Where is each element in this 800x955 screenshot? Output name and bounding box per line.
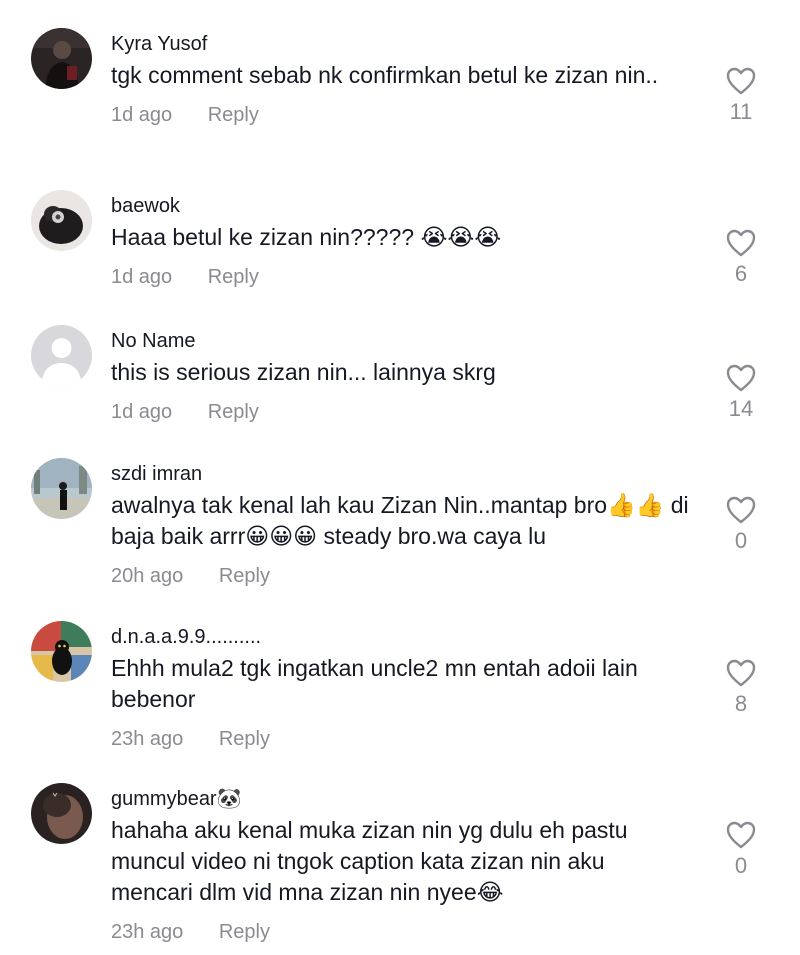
default-avatar-icon xyxy=(31,325,92,386)
avatar[interactable] xyxy=(31,621,92,682)
comment-meta: 1d ago Reply xyxy=(111,103,711,127)
heart-icon[interactable] xyxy=(726,364,756,392)
comment-meta: 23h ago Reply xyxy=(111,920,711,944)
comment-time: 23h ago xyxy=(111,728,184,750)
comment-text: Haaa betul ke zizan nin????? 😭😭😭 xyxy=(111,224,502,250)
user-photo-icon xyxy=(31,621,92,682)
comment-username[interactable]: baewok xyxy=(111,194,711,218)
comment-time: 23h ago xyxy=(111,921,184,943)
reply-button[interactable]: Reply xyxy=(208,400,259,424)
comment-meta: 23h ago Reply xyxy=(111,727,711,751)
reply-button[interactable]: Reply xyxy=(208,103,259,127)
reply-button[interactable]: Reply xyxy=(219,564,270,588)
heart-icon[interactable] xyxy=(726,496,756,524)
comment-meta: 1d ago Reply xyxy=(111,400,711,424)
reply-button[interactable]: Reply xyxy=(219,727,270,751)
comment-time: 20h ago xyxy=(111,565,184,587)
like-count: 11 xyxy=(729,99,753,124)
reply-button[interactable]: Reply xyxy=(208,265,259,289)
comment-text: awalnya tak kenal lah kau Zizan Nin..man… xyxy=(111,492,689,549)
comment-username[interactable]: gummybear🐼 xyxy=(111,787,711,811)
user-photo-icon xyxy=(31,28,92,89)
comment-username[interactable]: d.n.a.a.9.9.......... xyxy=(111,625,711,649)
user-photo-icon xyxy=(31,458,92,519)
comment-username[interactable]: Kyra Yusof xyxy=(111,32,711,56)
avatar[interactable] xyxy=(31,190,92,251)
comment-time: 1d ago xyxy=(111,401,173,423)
like-count: 14 xyxy=(728,396,754,421)
user-photo-icon xyxy=(31,783,92,844)
user-photo-icon xyxy=(31,190,92,251)
comment-meta: 20h ago Reply xyxy=(111,564,711,588)
comment-text: tgk comment sebab nk confirmkan betul ke… xyxy=(111,62,659,88)
like-button[interactable]: 8 xyxy=(722,659,760,717)
avatar[interactable] xyxy=(31,783,92,844)
comment-time: 1d ago xyxy=(111,266,173,288)
like-button[interactable]: 6 xyxy=(722,229,760,287)
heart-icon[interactable] xyxy=(726,67,756,95)
avatar[interactable] xyxy=(31,28,92,89)
heart-icon[interactable] xyxy=(726,659,756,687)
like-button[interactable]: 11 xyxy=(722,67,760,125)
comment-text: hahaha aku kenal muka zizan nin yg dulu … xyxy=(111,817,628,905)
like-count: 6 xyxy=(734,261,748,286)
like-count: 0 xyxy=(734,853,748,878)
like-button[interactable]: 0 xyxy=(722,821,760,879)
avatar[interactable] xyxy=(31,458,92,519)
comment-time: 1d ago xyxy=(111,104,173,126)
heart-icon[interactable] xyxy=(726,821,756,849)
comment-list: Kyra Yusof tgk comment sebab nk confirmk… xyxy=(0,0,800,955)
heart-icon[interactable] xyxy=(726,229,756,257)
comment-text: this is serious zizan nin... lainnya skr… xyxy=(111,359,496,385)
like-count: 0 xyxy=(734,528,748,553)
like-button[interactable]: 0 xyxy=(722,496,760,554)
like-button[interactable]: 14 xyxy=(722,364,760,422)
comment-username[interactable]: szdi imran xyxy=(111,462,711,486)
comment-text: Ehhh mula2 tgk ingatkan uncle2 mn entah … xyxy=(111,655,638,712)
reply-button[interactable]: Reply xyxy=(219,920,270,944)
like-count: 8 xyxy=(734,691,748,716)
avatar[interactable] xyxy=(31,325,92,386)
comment-username[interactable]: No Name xyxy=(111,329,711,353)
comment-meta: 1d ago Reply xyxy=(111,265,711,289)
